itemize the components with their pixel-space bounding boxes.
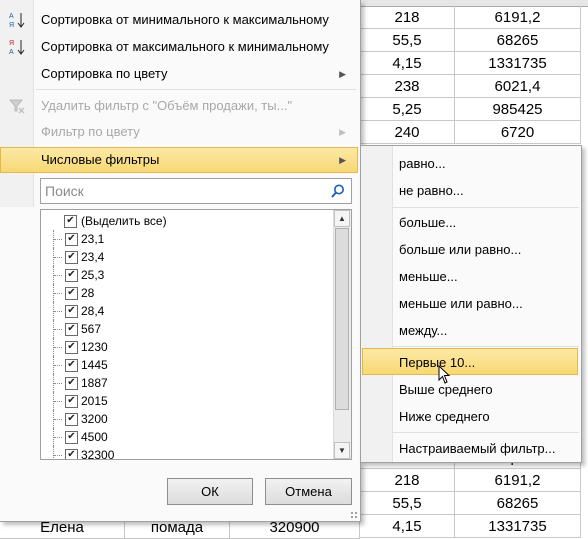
checkbox[interactable]: ✔ xyxy=(65,377,78,390)
cell[interactable]: 68265 xyxy=(455,29,581,52)
scroll-thumb[interactable] xyxy=(335,228,349,410)
cell[interactable]: 240 xyxy=(360,121,455,144)
separator xyxy=(393,432,579,433)
sort-by-color-item[interactable]: Сортировка по цвету ▶ xyxy=(0,61,358,87)
menu-item-label: Удалить фильтр с "Объём продажи, ты..." xyxy=(41,98,293,113)
checkbox[interactable]: ✔ xyxy=(65,269,78,282)
menu-item-label: Сортировка от минимального к максимально… xyxy=(41,12,329,27)
cell[interactable]: 6191,2 xyxy=(455,6,581,29)
number-filters-item[interactable]: Числовые фильтры ▶ xyxy=(0,147,358,173)
checkbox[interactable]: ✔ xyxy=(65,413,78,426)
resize-grip-icon[interactable] xyxy=(350,511,358,519)
filter-above-average-item[interactable]: Выше среднего xyxy=(362,376,578,403)
filter-top-10-item[interactable]: Первые 10... xyxy=(362,348,578,375)
cell[interactable]: 218 xyxy=(360,469,455,492)
clear-filter-icon xyxy=(8,97,26,115)
svg-text:Я: Я xyxy=(9,22,14,29)
checkbox[interactable]: ✔ xyxy=(64,215,77,228)
scroll-down-icon[interactable]: ▼ xyxy=(334,442,350,459)
cell[interactable]: 1331735 xyxy=(455,52,581,75)
search-icon[interactable] xyxy=(330,183,346,199)
checkbox[interactable]: ✔ xyxy=(65,395,78,408)
checkbox[interactable]: ✔ xyxy=(65,341,78,354)
filter-greater-or-equal-item[interactable]: больше или равно... xyxy=(362,236,578,263)
cell[interactable]: 6720 xyxy=(455,121,581,144)
separator xyxy=(36,89,356,90)
filter-greater-item[interactable]: больше... xyxy=(362,209,578,236)
svg-text:А: А xyxy=(9,49,14,56)
filter-custom-item[interactable]: Настраиваемый фильтр... xyxy=(362,435,578,462)
svg-text:А: А xyxy=(9,13,14,20)
cell[interactable]: 985425 xyxy=(455,98,581,121)
list-scrollbar[interactable]: ▲ ▼ xyxy=(333,210,351,459)
ok-button[interactable]: ОК xyxy=(167,478,253,505)
scroll-up-icon[interactable]: ▲ xyxy=(334,210,350,227)
checkbox[interactable]: ✔ xyxy=(65,449,78,459)
value-checklist: ✔ (Выделить все) ✔ 23,1 ✔ 23,4 ✔ 25,3 ✔ … xyxy=(40,209,352,460)
number-filters-submenu: равно... не равно... больше... больше ил… xyxy=(360,145,582,463)
mouse-cursor-icon xyxy=(438,364,452,385)
cancel-button[interactable]: Отмена xyxy=(265,478,352,505)
sort-desc-icon: Я А xyxy=(8,38,26,56)
separator xyxy=(393,346,579,347)
filter-less-or-equal-item[interactable]: меньше или равно... xyxy=(362,290,578,317)
cell[interactable]: 4,15 xyxy=(360,52,455,75)
search-field[interactable]: Поиск xyxy=(40,178,352,204)
checkbox[interactable]: ✔ xyxy=(65,251,78,264)
cell[interactable]: 218 xyxy=(360,6,455,29)
cell[interactable]: 1331735 xyxy=(455,515,581,538)
checkbox[interactable]: ✔ xyxy=(65,233,78,246)
checkbox[interactable]: ✔ xyxy=(65,305,78,318)
cell[interactable]: 55,5 xyxy=(360,492,455,515)
filter-below-average-item[interactable]: Ниже среднего xyxy=(362,403,578,430)
clear-filter-item[interactable]: Удалить фильтр с "Объём продажи, ты..." xyxy=(0,93,358,119)
cell[interactable]: 4,15 xyxy=(360,515,455,538)
submenu-arrow-icon: ▶ xyxy=(339,127,346,137)
svg-text:Я: Я xyxy=(9,40,14,47)
cell[interactable]: 5,25 xyxy=(360,98,455,121)
menu-item-label: Сортировка от максимального к минимально… xyxy=(41,39,329,54)
cell[interactable]: 238 xyxy=(360,75,455,98)
menu-item-label: Сортировка по цвету xyxy=(41,66,168,81)
checkbox[interactable]: ✔ xyxy=(65,287,78,300)
filter-between-item[interactable]: между... xyxy=(362,317,578,344)
sort-ascending-item[interactable]: А Я Сортировка от минимального к максима… xyxy=(0,7,358,33)
cell[interactable]: 55,5 xyxy=(360,29,455,52)
checkbox[interactable]: ✔ xyxy=(65,431,78,444)
menu-item-label: Фильтр по цвету xyxy=(41,124,140,139)
sort-asc-icon: А Я xyxy=(8,11,26,29)
cell[interactable]: 68265 xyxy=(455,492,581,515)
autofilter-dropdown: А Я Сортировка от минимального к максима… xyxy=(0,0,361,522)
cell[interactable]: 6021,4 xyxy=(455,75,581,98)
menu-item-label: Числовые фильтры xyxy=(41,152,160,167)
separator xyxy=(393,207,579,208)
checkbox[interactable]: ✔ xyxy=(65,359,78,372)
checkbox[interactable]: ✔ xyxy=(65,323,78,336)
submenu-arrow-icon: ▶ xyxy=(339,155,346,165)
submenu-arrow-icon: ▶ xyxy=(339,69,346,79)
filter-by-color-item[interactable]: Фильтр по цвету ▶ xyxy=(0,119,358,145)
cell[interactable]: 6191,2 xyxy=(455,469,581,492)
search-placeholder: Поиск xyxy=(45,183,84,199)
sort-descending-item[interactable]: Я А Сортировка от максимального к минима… xyxy=(0,34,358,60)
filter-not-equals-item[interactable]: не равно... xyxy=(362,177,578,204)
filter-less-item[interactable]: меньше... xyxy=(362,263,578,290)
filter-equals-item[interactable]: равно... xyxy=(362,150,578,177)
